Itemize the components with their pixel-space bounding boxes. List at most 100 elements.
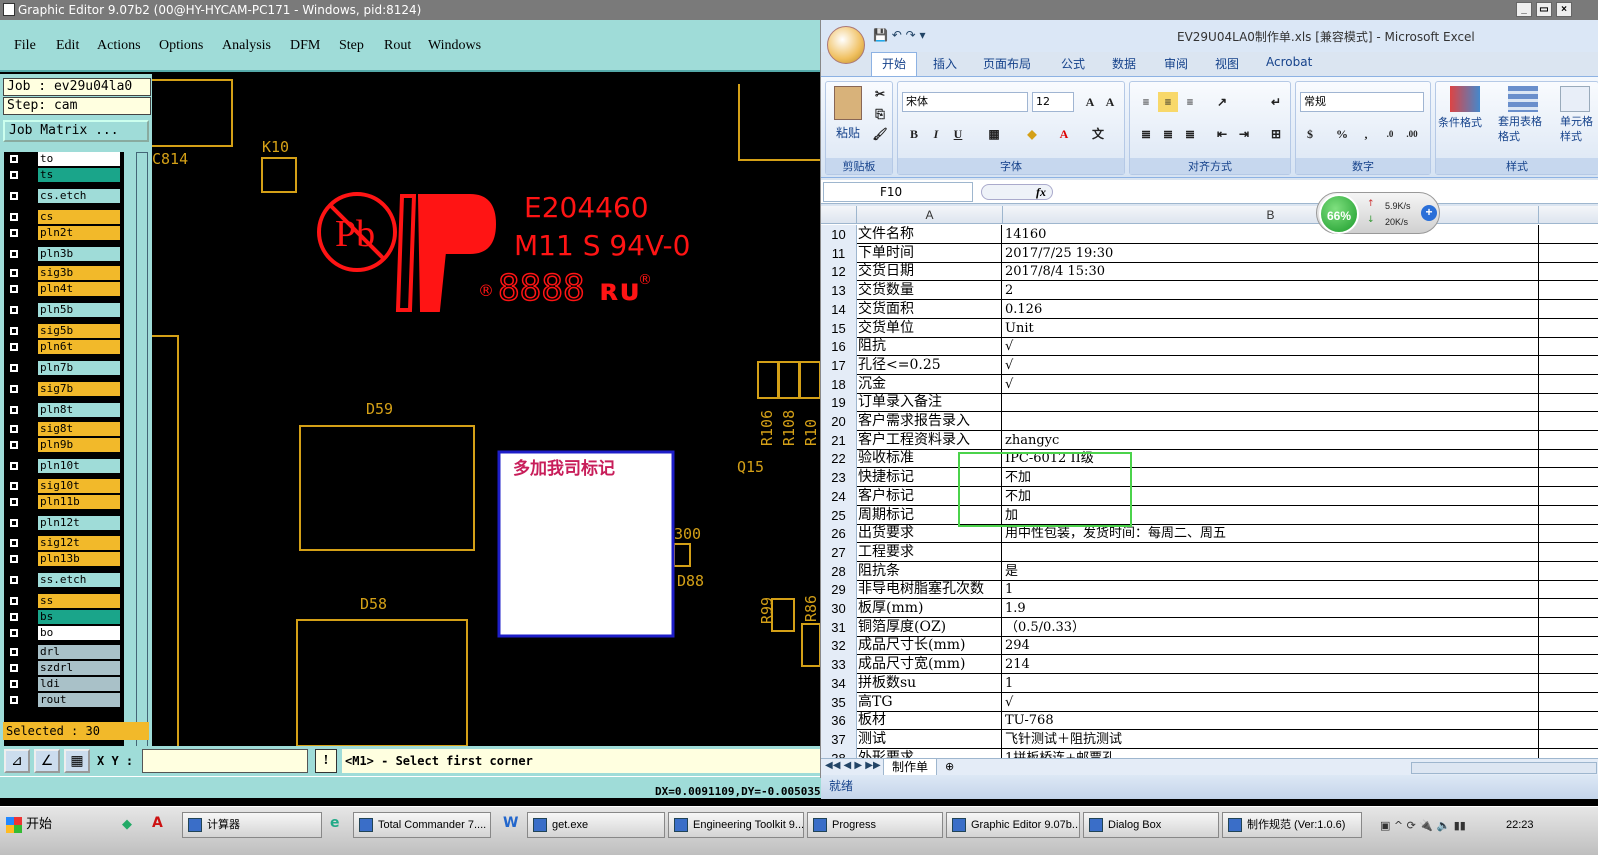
measure-icon[interactable]: ∠ (34, 749, 60, 773)
task-engineering-toolkit[interactable]: Engineering Toolkit 9... (668, 812, 804, 838)
layer-row[interactable]: sig7b (4, 382, 122, 396)
layer-checkbox[interactable] (9, 154, 19, 164)
row-number[interactable]: 35 (821, 692, 857, 712)
cell-b[interactable]: √ (1003, 337, 1539, 357)
layer-row[interactable]: pln13b (4, 552, 122, 566)
cell-styles-label[interactable]: 单元格样式 (1560, 114, 1598, 144)
layer-row[interactable]: pln12t (4, 516, 122, 530)
cell-b[interactable]: 294 (1003, 636, 1539, 656)
layer-checkbox[interactable] (9, 481, 19, 491)
grow-font-icon[interactable]: A (1080, 92, 1100, 112)
table-row[interactable]: 28 阻抗条是 (821, 561, 1598, 581)
layer-row[interactable]: pln8t (4, 403, 122, 417)
cell-a[interactable]: 客户工程资料录入 (857, 430, 1002, 450)
cell-b[interactable]: Unit (1003, 318, 1539, 338)
align-middle-icon[interactable]: ≡ (1158, 92, 1178, 112)
cell-a[interactable]: 阻抗条 (857, 561, 1002, 581)
table-row[interactable]: 23 快捷标记 不加 (821, 468, 1598, 488)
layer-row[interactable]: ss (4, 594, 122, 608)
paste-icon[interactable] (834, 86, 862, 120)
cell-a[interactable]: 铜箔厚度(OZ) (857, 617, 1002, 637)
cell-a[interactable]: 工程要求 (857, 542, 1002, 562)
quick-access-icons[interactable]: 💾 ↶ ↷ ▾ (873, 28, 926, 42)
cell-a[interactable]: 成品尺寸长(mm) (857, 636, 1002, 656)
layer-name[interactable]: szdrl (38, 661, 120, 675)
cell-b[interactable]: 2017/7/25 19:30 (1003, 243, 1539, 263)
task-progress[interactable]: Progress (807, 812, 943, 838)
row-number[interactable]: 23 (821, 468, 857, 488)
layer-checkbox[interactable] (9, 170, 19, 180)
layer-name[interactable]: sig12t (38, 536, 120, 550)
layer-name[interactable]: sig10t (38, 479, 120, 493)
borders-icon[interactable]: ▦ (984, 124, 1004, 144)
layer-name[interactable]: pln12t (38, 516, 120, 530)
tab-review[interactable]: 审阅 (1164, 55, 1188, 72)
layer-row[interactable]: pln10t (4, 459, 122, 473)
job-matrix-button[interactable]: Job Matrix ... (3, 120, 149, 142)
layer-checkbox[interactable] (9, 342, 19, 352)
xy-input[interactable] (142, 749, 308, 773)
layer-checkbox[interactable] (9, 191, 19, 201)
cell-a[interactable]: 高TG (857, 692, 1002, 712)
task-dialog-box[interactable]: Dialog Box (1083, 812, 1219, 838)
merge-center-icon[interactable]: ⊞ (1266, 124, 1286, 144)
task-total-commander[interactable]: Total Commander 7.... (353, 812, 491, 838)
cell-b[interactable]: 1 (1003, 673, 1539, 693)
cell-b[interactable]: √ (1003, 692, 1539, 712)
table-row[interactable]: 33 成品尺寸宽(mm) 214 (821, 655, 1598, 675)
table-row[interactable]: 30 板厚(mm) 1.9 (821, 599, 1598, 618)
row-number[interactable]: 24 (821, 486, 857, 506)
layer-checkbox[interactable] (9, 363, 19, 373)
layer-checkbox[interactable] (9, 612, 19, 622)
tab-view[interactable]: 视图 (1215, 55, 1239, 72)
table-row[interactable]: 17 孔径<=0.25 √ (821, 355, 1598, 375)
align-bottom-icon[interactable]: ≡ (1180, 92, 1200, 112)
layer-scrollbar[interactable] (136, 152, 148, 794)
browser-icon[interactable]: e (330, 815, 340, 831)
cell-a[interactable]: 板材 (857, 711, 1002, 731)
menu-rout[interactable]: Rout (384, 38, 411, 54)
layer-name[interactable]: pln7b (38, 361, 120, 375)
font-size-select[interactable]: 12 (1032, 92, 1074, 112)
menu-step[interactable]: Step (339, 38, 364, 54)
layer-name[interactable]: pln11b (38, 495, 120, 509)
table-row[interactable]: 25 周期标记加 (821, 505, 1598, 525)
cell-b[interactable]: 1.9 (1003, 599, 1539, 618)
layer-row[interactable]: pln2t (4, 226, 122, 240)
cell-b[interactable]: 2017/8/4 15:30 (1003, 262, 1539, 282)
layer-checkbox[interactable] (9, 461, 19, 471)
cell-b[interactable] (1003, 393, 1539, 413)
tab-acrobat[interactable]: Acrobat (1266, 55, 1312, 69)
font-name-select[interactable]: 宋体 (902, 92, 1028, 112)
table-row[interactable]: 20 客户需求报告录入 (821, 412, 1598, 431)
table-row[interactable]: 26 出货要求 用中性包装，发货时间：每周二、周五 (821, 524, 1598, 544)
table-row[interactable]: 14 交货面积 0.126 (821, 299, 1598, 319)
task-get-exe[interactable]: get.exe (527, 812, 665, 838)
cell-b[interactable]: 用中性包装，发货时间：每周二、周五 (1003, 524, 1539, 544)
cell-a[interactable]: 沉金 (857, 374, 1002, 394)
table-row[interactable]: 24 客户标记 不加 (821, 486, 1598, 506)
row-number[interactable]: 13 (821, 281, 857, 301)
decrease-indent-icon[interactable]: ⇤ (1212, 124, 1232, 144)
orientation-icon[interactable]: ↗ (1212, 92, 1232, 112)
row-number[interactable]: 15 (821, 318, 857, 338)
cell-b[interactable]: 214 (1003, 655, 1539, 675)
layer-name[interactable]: to (38, 152, 120, 166)
cell-a[interactable]: 订单录入备注 (857, 393, 1002, 413)
layer-row[interactable]: bo (4, 626, 122, 640)
cell-b[interactable]: 0.126 (1003, 299, 1539, 319)
layer-row[interactable]: pln6t (4, 340, 122, 354)
row-number[interactable]: 26 (821, 524, 857, 544)
pdf-icon[interactable]: A (152, 815, 163, 831)
column-header-c[interactable] (1539, 206, 1598, 224)
layer-name[interactable]: bo (38, 626, 120, 640)
row-number[interactable]: 21 (821, 430, 857, 450)
row-number[interactable]: 27 (821, 542, 857, 562)
conditional-format-label[interactable]: 条件格式 (1438, 114, 1482, 130)
cell-b[interactable] (1003, 412, 1539, 431)
layer-row[interactable]: to (4, 152, 122, 166)
cell-b[interactable]: 1 (1003, 580, 1539, 600)
layer-row[interactable]: szdrl (4, 661, 122, 675)
table-row[interactable]: 15 交货单位 Unit (821, 318, 1598, 338)
table-row[interactable]: 21 客户工程资料录入 zhangyc (821, 430, 1598, 450)
